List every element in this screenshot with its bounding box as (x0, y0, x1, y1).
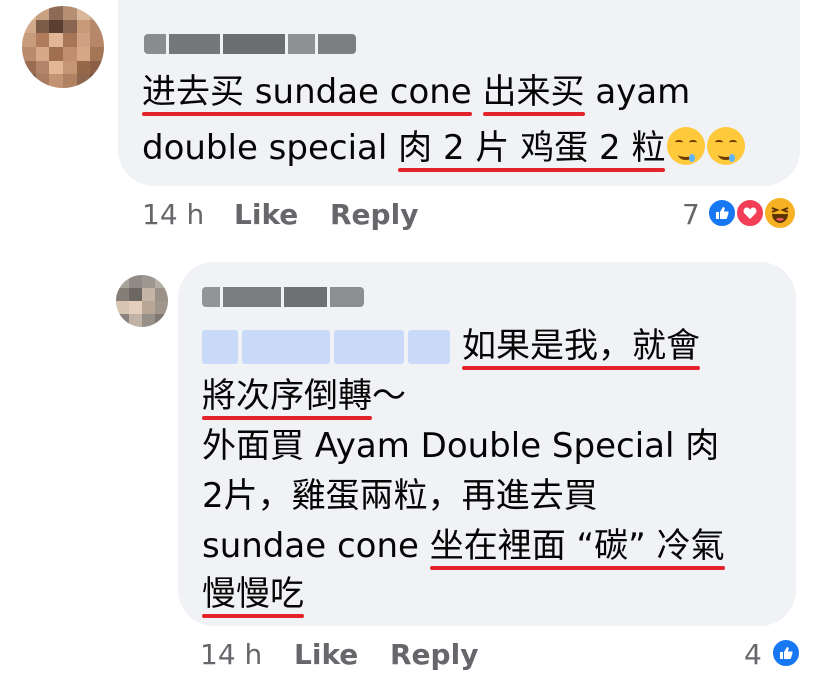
reaction-count[interactable]: 4 (744, 638, 762, 671)
reply-text-line: 慢慢吃 (202, 570, 304, 618)
mention-tag-blurred[interactable] (202, 330, 450, 364)
underlined-text: 坐在裡面 “碳” 冷氣 (429, 526, 725, 566)
reply-button[interactable]: Reply (330, 198, 418, 231)
like-icon[interactable] (707, 198, 737, 228)
comment-text: ayam (584, 72, 691, 112)
reply-text: ～ (372, 376, 406, 416)
underlined-text: 进去买 sundae cone (142, 72, 472, 112)
comment-timestamp[interactable]: 14 h (142, 198, 204, 231)
reply-text-line: 將次序倒轉～ (202, 372, 406, 420)
underlined-text: 肉 2 片 鸡蛋 2 粒 (398, 128, 666, 168)
avatar[interactable] (22, 6, 104, 88)
comment-text: double special (142, 128, 399, 168)
like-button[interactable]: Like (234, 198, 298, 231)
comment-text-line: 进去买 sundae cone 出来买 ayam (142, 68, 690, 116)
underlined-text: 慢慢吃 (202, 574, 304, 614)
avatar[interactable] (116, 275, 168, 327)
haha-icon[interactable] (763, 196, 797, 230)
reply-text-line: sundae cone 坐在裡面 “碳” 冷氣 (202, 522, 725, 570)
reply-text-line: 2片，雞蛋兩粒，再進去買 (202, 476, 598, 516)
reply-button[interactable]: Reply (390, 638, 478, 671)
love-icon[interactable] (735, 198, 765, 228)
reply-text: sundae cone (202, 526, 430, 566)
underlined-text: 如果是我，就會 (462, 326, 700, 366)
like-icon[interactable] (771, 638, 801, 668)
text-space (472, 72, 483, 112)
drooling-face-icon (707, 127, 746, 165)
like-button[interactable]: Like (294, 638, 358, 671)
reply-text-line: 外面買 Ayam Double Special 肉 (202, 426, 720, 466)
commenter-name-blurred[interactable] (144, 34, 356, 54)
reply-text-line: 如果是我，就會 (462, 322, 700, 370)
underlined-text: 出来买 (482, 72, 585, 112)
commenter-name-blurred[interactable] (202, 287, 364, 307)
reaction-count[interactable]: 7 (682, 198, 700, 231)
drooling-face-icon (667, 127, 706, 165)
comment-timestamp[interactable]: 14 h (200, 638, 262, 671)
underlined-text: 將次序倒轉 (202, 376, 372, 416)
comment-text-line: double special 肉 2 片 鸡蛋 2 粒 (142, 124, 746, 172)
